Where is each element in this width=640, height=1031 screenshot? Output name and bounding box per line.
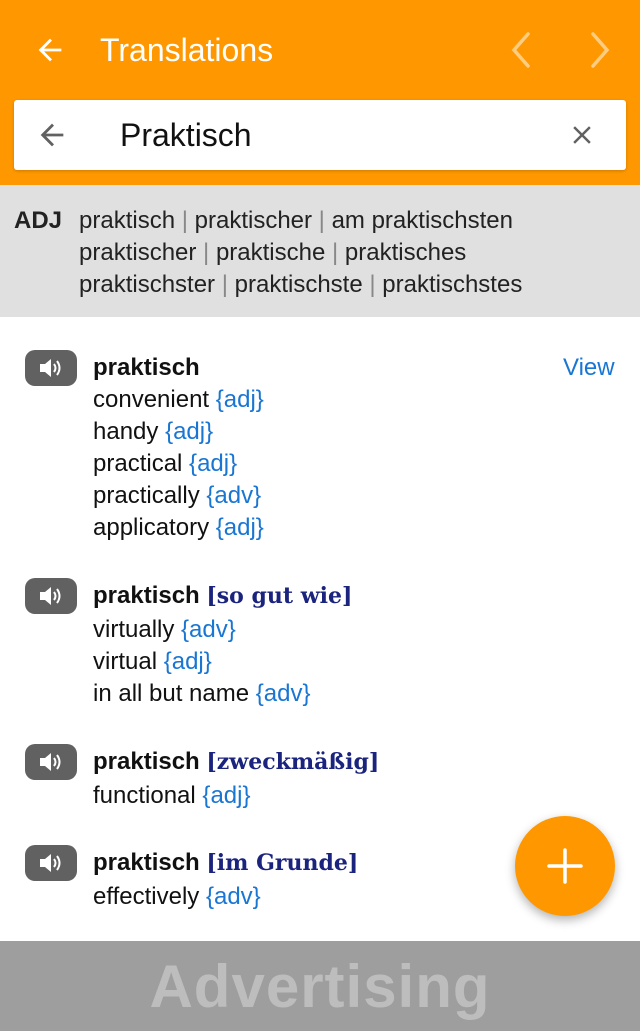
translation-line: functional {adj} [93,780,250,812]
inflection-form: praktischster [79,271,216,298]
translation-line: practically {adv} [93,480,261,512]
speaker-icon [40,587,61,605]
speaker-button[interactable] [25,845,77,881]
translation-line: in all but name {adv} [93,678,311,710]
inflection-form: praktisch [79,207,176,234]
inflection-form: praktische [215,239,326,266]
part-of-speech-label: ADJ [14,207,63,234]
inflection-line: praktischster | praktischste | praktisch… [79,269,522,301]
app-bar: Translations [0,0,640,185]
separator: | [332,239,339,266]
next-button[interactable] [578,26,622,74]
word-class-tag: {adv} [206,482,262,509]
speaker-icon [40,753,61,771]
translation-line: practical {adj} [93,448,237,480]
speaker-button[interactable] [25,578,77,614]
previous-button[interactable] [499,26,543,74]
word-class-tag: {adj} [202,782,251,809]
speaker-button[interactable] [25,350,77,386]
headword: praktisch [93,582,200,609]
plus-icon [547,848,583,884]
search-input[interactable] [120,112,540,158]
translation-text: virtually [93,616,175,643]
translation-text: functional [93,782,196,809]
speaker-icon [40,854,61,872]
inflection-line: praktischer | praktische | praktisches [79,237,522,269]
entry-headword: praktisch [zweckmäßig] [93,746,379,778]
separator: | [181,207,188,234]
inflection-form: praktischste [234,271,363,298]
inflection-form: praktischer [79,239,197,266]
translation-text: effectively [93,883,200,910]
chevron-left-icon [511,32,530,68]
speaker-icon [40,359,61,377]
arrow-left-icon [40,123,64,147]
advertising-banner[interactable]: Advertising [0,941,640,1031]
word-class-tag: {adj} [215,386,264,413]
inflection-line: praktisch | praktischer | am praktischst… [79,205,522,237]
advertising-label: Advertising [149,952,491,1020]
headword: praktisch [93,849,200,876]
word-class-tag: {adj} [189,450,238,477]
entry-headword: praktisch [im Grunde] [93,847,358,879]
search-back-button[interactable] [30,113,74,157]
separator: | [221,271,228,298]
close-icon [573,126,591,144]
word-class-tag: {adv} [255,680,311,707]
entry-headword: praktisch [so gut wie] [93,580,352,612]
inflection-panel: ADJ praktisch | praktischer | am praktis… [0,185,640,317]
translation-line: virtual {adj} [93,646,212,678]
add-button[interactable] [515,816,615,916]
arrow-left-icon [38,38,62,62]
translation-text: practical [93,450,183,477]
inflection-form: praktischer [194,207,312,234]
speaker-button[interactable] [25,744,77,780]
translation-text: virtual [93,648,158,675]
translation-line: convenient {adj} [93,384,264,416]
translation-text: practically [93,482,200,509]
separator: | [318,207,325,234]
back-button[interactable] [28,28,72,72]
translation-text: handy [93,418,159,445]
translation-line: applicatory {adj} [93,512,264,544]
context-qualifier: [so gut wie] [206,583,353,609]
inflection-form: praktischstes [382,271,523,298]
view-link[interactable]: View [563,352,615,384]
search-box [14,100,626,170]
translation-text: in all but name [93,680,250,707]
inflection-form: praktisches [344,239,467,266]
translation-line: effectively {adv} [93,881,261,913]
headword: praktisch [93,354,200,381]
word-class-tag: {adv} [181,616,236,643]
inflection-form: am praktischsten [331,207,513,234]
word-class-tag: {adj} [165,418,214,445]
clear-search-button[interactable] [560,113,604,157]
inflection-forms: praktisch | praktischer | am praktischst… [79,205,522,301]
context-qualifier: [im Grunde] [206,850,359,876]
separator: | [369,271,376,298]
headword: praktisch [93,748,200,775]
translation-line: virtually {adv} [93,614,236,646]
page-title: Translations [100,32,274,68]
chevron-right-icon [591,32,610,68]
separator: | [203,239,210,266]
word-class-tag: {adv} [205,883,261,910]
translation-text: applicatory [93,514,210,541]
entry-headword: praktisch [93,352,200,384]
word-class-tag: {adj} [215,514,264,541]
translation-text: convenient [93,386,210,413]
word-class-tag: {adj} [163,648,212,675]
translation-line: handy {adj} [93,416,213,448]
context-qualifier: [zweckmäßig] [206,749,380,775]
